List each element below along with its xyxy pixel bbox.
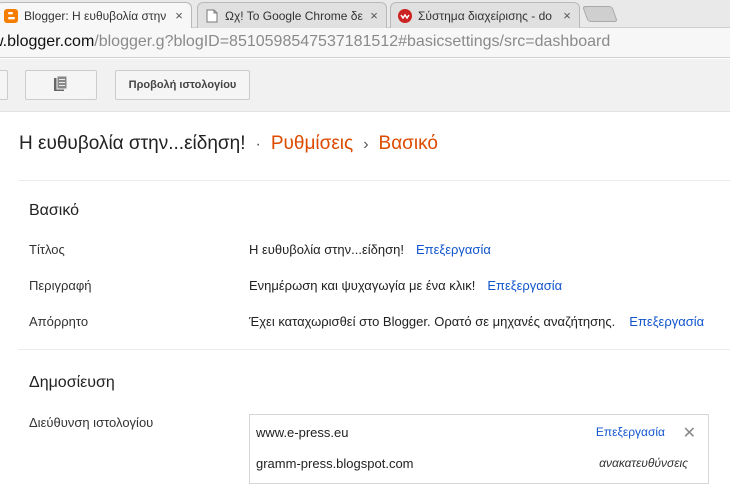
remove-domain-icon[interactable]: ✕ bbox=[683, 423, 696, 443]
privacy-value: Έχει καταχωρισθεί στο Blogger. Ορατό σε … bbox=[249, 314, 616, 329]
title-edit-link[interactable]: Επεξεργασία bbox=[416, 242, 491, 257]
description-edit-link[interactable]: Επεξεργασία bbox=[487, 278, 562, 293]
title-value: Η ευθυβολία στην...είδηση! bbox=[249, 242, 404, 257]
breadcrumb-settings-link[interactable]: Ρυθμίσεις bbox=[271, 133, 353, 155]
privacy-label: Απόρρητο bbox=[29, 314, 89, 329]
breadcrumb-current: Βασικό bbox=[378, 133, 438, 154]
description-value: Ενημέρωση και ψυχαγωγία με ένα κλικ! bbox=[249, 278, 476, 293]
blogger-favicon-icon bbox=[3, 8, 19, 24]
tab-joomla-admin[interactable]: Σύστημα διαχείρισης - do × bbox=[390, 2, 580, 28]
tab-title: Σύστημα διαχείρισης - do bbox=[418, 8, 552, 23]
tab-chrome-error[interactable]: Ωχ! Το Google Chrome δε × bbox=[197, 2, 387, 28]
breadcrumb-separator: · bbox=[255, 136, 261, 153]
pages-button[interactable] bbox=[25, 70, 97, 100]
custom-domain-value: www.e-press.eu bbox=[256, 425, 349, 440]
privacy-edit-link[interactable]: Επεξεργασία bbox=[629, 314, 704, 329]
tab-close-icon[interactable]: × bbox=[561, 9, 573, 22]
breadcrumb-separator: › bbox=[363, 136, 369, 153]
description-label: Περιγραφή bbox=[29, 278, 92, 293]
new-tab-button[interactable] bbox=[582, 6, 618, 22]
blog-address-box: www.e-press.eu Επεξεργασία ✕ gramm-press… bbox=[249, 414, 709, 484]
tab-title: Blogger: Η ευθυβολία στην bbox=[24, 8, 167, 23]
blogger-toolbar: Προβολή ιστολογίου bbox=[0, 59, 730, 112]
tab-blogger[interactable]: Blogger: Η ευθυβολία στην × bbox=[0, 2, 192, 28]
divider bbox=[18, 180, 730, 181]
custom-domain-edit-link[interactable]: Επεξεργασία bbox=[596, 425, 665, 439]
title-row: Η ευθυβολία στην...είδηση! Επεξεργασία bbox=[249, 242, 491, 257]
browser-tab-strip: Blogger: Η ευθυβολία στην × Ωχ! Το Googl… bbox=[0, 0, 730, 28]
redirect-note: ανακατευθύνσεις bbox=[599, 456, 688, 470]
blogspot-address-value: gramm-press.blogspot.com bbox=[256, 456, 414, 471]
divider bbox=[18, 349, 730, 350]
publishing-section-heading: Δημοσίευση bbox=[29, 374, 115, 391]
view-blog-button[interactable]: Προβολή ιστολογίου bbox=[115, 70, 250, 100]
tab-close-icon[interactable]: × bbox=[173, 9, 185, 22]
url-path: /blogger.g?blogID=8510598547537181512#ba… bbox=[94, 33, 611, 50]
basic-section-heading: Βασικό bbox=[29, 202, 80, 219]
breadcrumb-blog-name[interactable]: Η ευθυβολία στην...είδηση! bbox=[19, 133, 245, 155]
privacy-row: Έχει καταχωρισθεί στο Blogger. Ορατό σε … bbox=[249, 314, 704, 329]
breadcrumb: Η ευθυβολία στην...είδηση! · Ρυθμίσεις ›… bbox=[19, 133, 438, 155]
tab-close-icon[interactable]: × bbox=[368, 9, 380, 22]
page-icon bbox=[204, 8, 220, 24]
url-text[interactable]: w.blogger.com/blogger.g?blogID=851059854… bbox=[0, 33, 610, 51]
address-bar[interactable]: w.blogger.com/blogger.g?blogID=851059854… bbox=[0, 28, 730, 58]
url-host: w.blogger.com bbox=[0, 33, 95, 50]
title-label: Τίτλος bbox=[29, 242, 65, 257]
pages-icon bbox=[53, 75, 69, 96]
toolbar-left-button[interactable] bbox=[0, 70, 8, 100]
blog-address-label: Διεύθυνση ιστολογίου bbox=[29, 415, 154, 430]
description-row: Ενημέρωση και ψυχαγωγία με ένα κλικ! Επεξ… bbox=[249, 278, 562, 293]
joomla-favicon-icon bbox=[397, 8, 413, 24]
tab-title: Ωχ! Το Google Chrome δε bbox=[225, 8, 363, 23]
